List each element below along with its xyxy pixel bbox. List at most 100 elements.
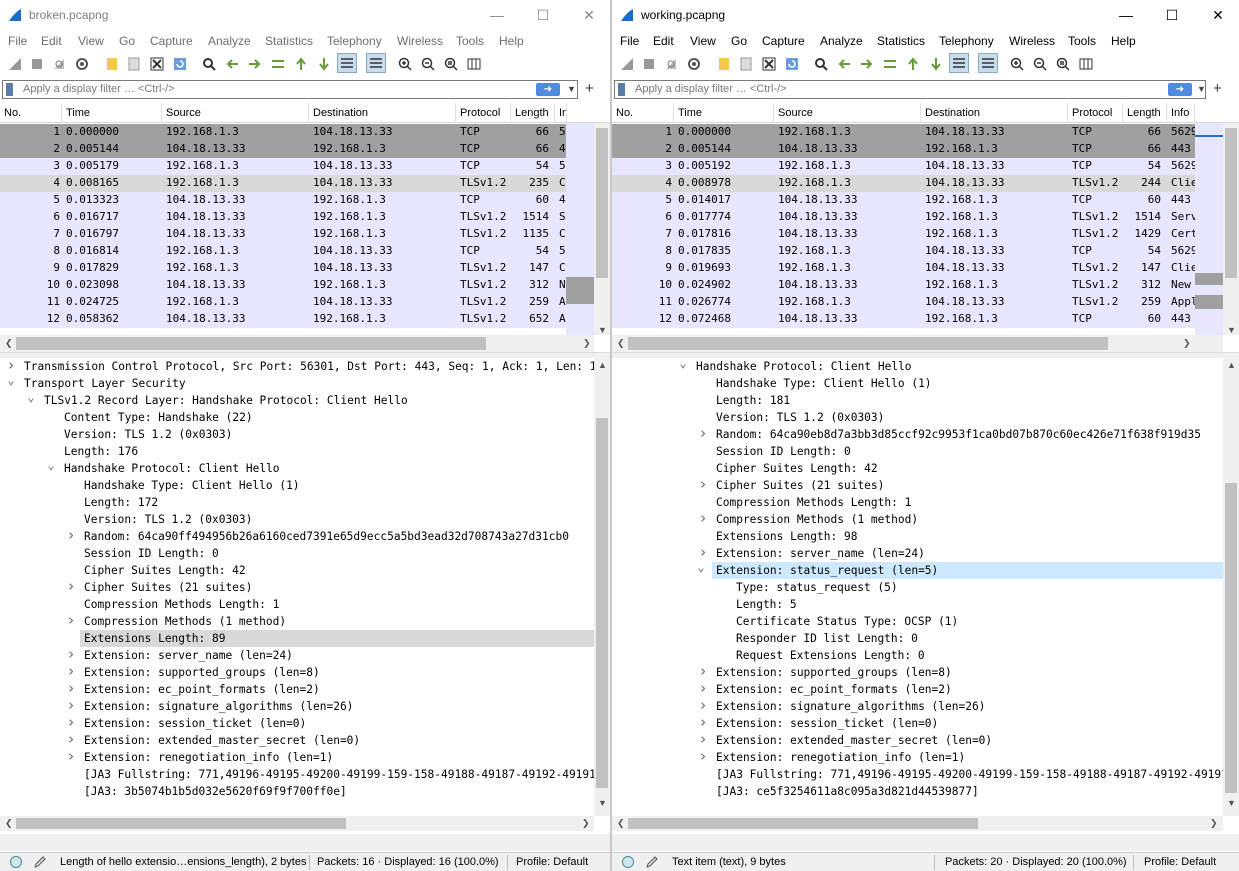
- go-back-icon[interactable]: [224, 56, 239, 71]
- detail-item[interactable]: › Cipher Suites (21 suites): [0, 579, 594, 596]
- detail-item[interactable]: › Extension: renegotiation_info (len=1): [612, 749, 1223, 766]
- expand-right-icon[interactable]: ›: [698, 545, 708, 560]
- go-to-packet-icon[interactable]: [270, 56, 285, 71]
- expand-right-icon[interactable]: ›: [698, 664, 708, 679]
- open-file-icon[interactable]: [104, 56, 119, 71]
- add-filter-button[interactable]: +: [585, 80, 594, 97]
- packet-row[interactable]: 6 0.017774 104.18.13.33 192.168.1.3 TLSv1.2 1…: [612, 209, 1195, 226]
- resize-columns-icon[interactable]: [466, 56, 481, 71]
- apply-filter-button[interactable]: ➜: [536, 83, 560, 96]
- packet-row[interactable]: 9 0.017829 192.168.1.3 104.18.13.33 TLSv1.2 1…: [0, 260, 566, 277]
- packet-row[interactable]: 5 0.013323 104.18.13.33 192.168.1.3 TCP 60 4: [0, 192, 566, 209]
- expand-right-icon[interactable]: ›: [66, 681, 76, 696]
- menu-statistics[interactable]: Statistics: [265, 34, 313, 48]
- expand-down-icon[interactable]: ⌄: [46, 459, 56, 471]
- menu-wireless[interactable]: Wireless: [1009, 34, 1055, 48]
- detail-item[interactable]: › Extension: session_ticket (len=0): [0, 715, 594, 732]
- packet-row[interactable]: 10 0.024902 104.18.13.33 192.168.1.3 TLSv1.2…: [612, 277, 1195, 294]
- expand-right-icon[interactable]: ›: [698, 715, 708, 730]
- menu-edit[interactable]: Edit: [653, 34, 674, 48]
- menu-file[interactable]: File: [620, 34, 639, 48]
- reload-file-icon[interactable]: [784, 56, 799, 71]
- detail-item[interactable]: ⌄ Extension: status_request (len=5): [697, 561, 1223, 579]
- detail-item[interactable]: Compression Methods Length: 1: [0, 596, 594, 613]
- detail-item[interactable]: › Compression Methods (1 method): [0, 613, 594, 630]
- col-no[interactable]: No.: [0, 103, 62, 123]
- apply-filter-button[interactable]: ➜: [1168, 83, 1192, 96]
- edit-comment-icon[interactable]: [33, 856, 46, 869]
- maximize-button[interactable]: ☐: [1149, 0, 1195, 30]
- display-filter-input[interactable]: Apply a display filter … <Ctrl-/> ➜ ▼: [2, 80, 578, 99]
- packet-row[interactable]: 11 0.026774 192.168.1.3 104.18.13.33 TLSv1.2…: [612, 294, 1195, 311]
- maximize-button[interactable]: ☐: [520, 0, 566, 30]
- expand-down-icon[interactable]: ⌄: [26, 391, 36, 403]
- packet-row[interactable]: 12 0.058362 104.18.13.33 192.168.1.3 TLSv1.2…: [0, 311, 566, 328]
- menu-capture[interactable]: Capture: [150, 34, 193, 48]
- packet-row[interactable]: 2 0.005144 104.18.13.33 192.168.1.3 TCP 66 4: [0, 141, 566, 158]
- close-file-icon[interactable]: [149, 56, 164, 71]
- col-time[interactable]: Time: [674, 103, 774, 123]
- detail-item[interactable]: [JA3: ce5f3254611a8c095a3d821d44539877]: [612, 783, 1223, 800]
- detail-item[interactable]: Version: TLS 1.2 (0x0303): [0, 511, 594, 528]
- details-vscroll[interactable]: ▲ ▼: [594, 358, 610, 816]
- go-first-packet-icon[interactable]: [905, 56, 920, 71]
- packet-row[interactable]: 2 0.005144 104.18.13.33 192.168.1.3 TCP 66 443: [612, 141, 1195, 158]
- detail-item[interactable]: › Random: 64ca90ff494956b26a6160ced7391e6…: [0, 528, 594, 545]
- menu-tools[interactable]: Tools: [1068, 34, 1096, 48]
- details-hscroll[interactable]: ❮ ❯: [612, 816, 1223, 831]
- zoom-out-icon[interactable]: [420, 56, 435, 71]
- col-length[interactable]: Length: [1123, 103, 1167, 123]
- detail-item[interactable]: Version: TLS 1.2 (0x0303): [0, 426, 594, 443]
- menu-go[interactable]: Go: [119, 34, 135, 48]
- add-filter-button[interactable]: +: [1213, 80, 1222, 97]
- detail-item[interactable]: › Extension: ec_point_formats (len=2): [0, 681, 594, 698]
- expand-right-icon[interactable]: ›: [66, 749, 76, 764]
- filter-history-icon[interactable]: ▼: [1197, 84, 1206, 94]
- go-to-packet-icon[interactable]: [882, 56, 897, 71]
- expand-down-icon[interactable]: ⌄: [678, 358, 688, 369]
- zoom-in-icon[interactable]: [1009, 56, 1024, 71]
- detail-item[interactable]: › Compression Methods (1 method): [612, 511, 1223, 528]
- expand-right-icon[interactable]: ›: [698, 698, 708, 713]
- restart-capture-icon[interactable]: [51, 56, 66, 71]
- packet-row[interactable]: 7 0.016797 104.18.13.33 192.168.1.3 TLSv1.2 1…: [0, 226, 566, 243]
- detail-item[interactable]: Responder ID list Length: 0: [612, 630, 1223, 647]
- status-profile[interactable]: Profile: Default: [516, 856, 588, 868]
- detail-item[interactable]: Handshake Type: Client Hello (1): [612, 375, 1223, 392]
- expand-right-icon[interactable]: ›: [66, 647, 76, 662]
- expand-right-icon[interactable]: ›: [698, 511, 708, 526]
- detail-item[interactable]: ⌄ Handshake Protocol: Client Hello: [0, 459, 594, 477]
- packet-row[interactable]: 7 0.017816 104.18.13.33 192.168.1.3 TLSv1.2 1…: [612, 226, 1195, 243]
- menu-file[interactable]: File: [8, 34, 27, 48]
- menu-edit[interactable]: Edit: [41, 34, 62, 48]
- go-last-packet-icon[interactable]: [928, 56, 943, 71]
- detail-item[interactable]: ⌄ Handshake Protocol: Client Hello: [612, 358, 1223, 375]
- packet-row[interactable]: 1 0.000000 192.168.1.3 104.18.13.33 TCP 66 5: [0, 124, 566, 141]
- col-info[interactable]: Info: [1167, 103, 1195, 123]
- resize-columns-icon[interactable]: [1078, 56, 1093, 71]
- detail-item[interactable]: › Extension: server_name (len=24): [0, 647, 594, 664]
- col-source[interactable]: Source: [162, 103, 309, 123]
- detail-item[interactable]: › Extension: signature_algorithms (len=26…: [0, 698, 594, 715]
- details-hscroll[interactable]: ❮ ❯: [0, 816, 594, 831]
- menu-analyze[interactable]: Analyze: [820, 34, 863, 48]
- auto-scroll-icon[interactable]: [337, 53, 357, 73]
- packet-row[interactable]: 8 0.017835 192.168.1.3 104.18.13.33 TCP 54 562…: [612, 243, 1195, 260]
- detail-item[interactable]: ⌄ TLSv1.2 Record Layer: Handshake Protoco…: [0, 391, 594, 409]
- expand-right-icon[interactable]: ›: [66, 613, 76, 628]
- expand-right-icon[interactable]: ›: [66, 698, 76, 713]
- normal-size-icon[interactable]: [1055, 56, 1070, 71]
- start-capture-icon[interactable]: [619, 56, 634, 71]
- detail-item[interactable]: [JA3: 3b5074b1b5d032e5620f69f9f700ff0e]: [0, 783, 594, 800]
- col-length[interactable]: Length: [511, 103, 555, 123]
- expand-right-icon[interactable]: ›: [698, 732, 708, 747]
- packet-row[interactable]: 4 0.008165 192.168.1.3 104.18.13.33 TLSv1.2 2…: [0, 175, 566, 192]
- minimize-button[interactable]: —: [474, 0, 520, 30]
- detail-item[interactable]: › Extension: renegotiation_info (len=1): [0, 749, 594, 766]
- expand-right-icon[interactable]: ›: [698, 477, 708, 492]
- auto-scroll-icon[interactable]: [949, 53, 969, 73]
- col-destination[interactable]: Destination: [921, 103, 1068, 123]
- packet-list-vscroll[interactable]: ▼: [594, 123, 610, 335]
- detail-item[interactable]: Extensions Length: 89: [80, 630, 594, 647]
- detail-item[interactable]: › Cipher Suites (21 suites): [612, 477, 1223, 494]
